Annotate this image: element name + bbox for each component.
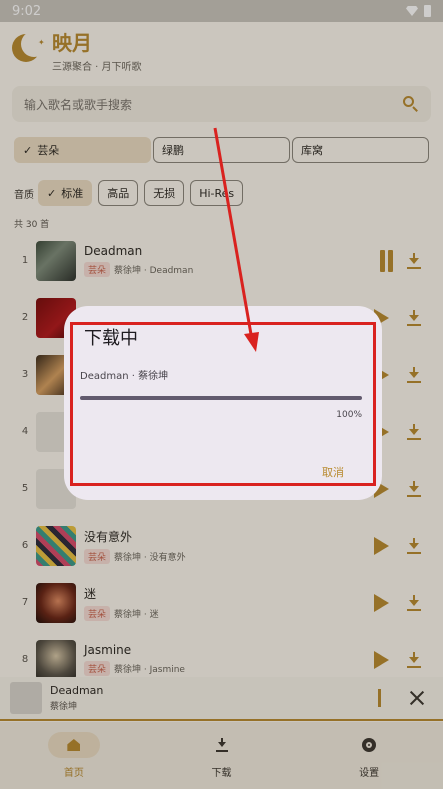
annotation-arrow-line (213, 127, 254, 341)
annotation-arrow (213, 127, 259, 352)
annotation-arrow-head (244, 332, 259, 352)
